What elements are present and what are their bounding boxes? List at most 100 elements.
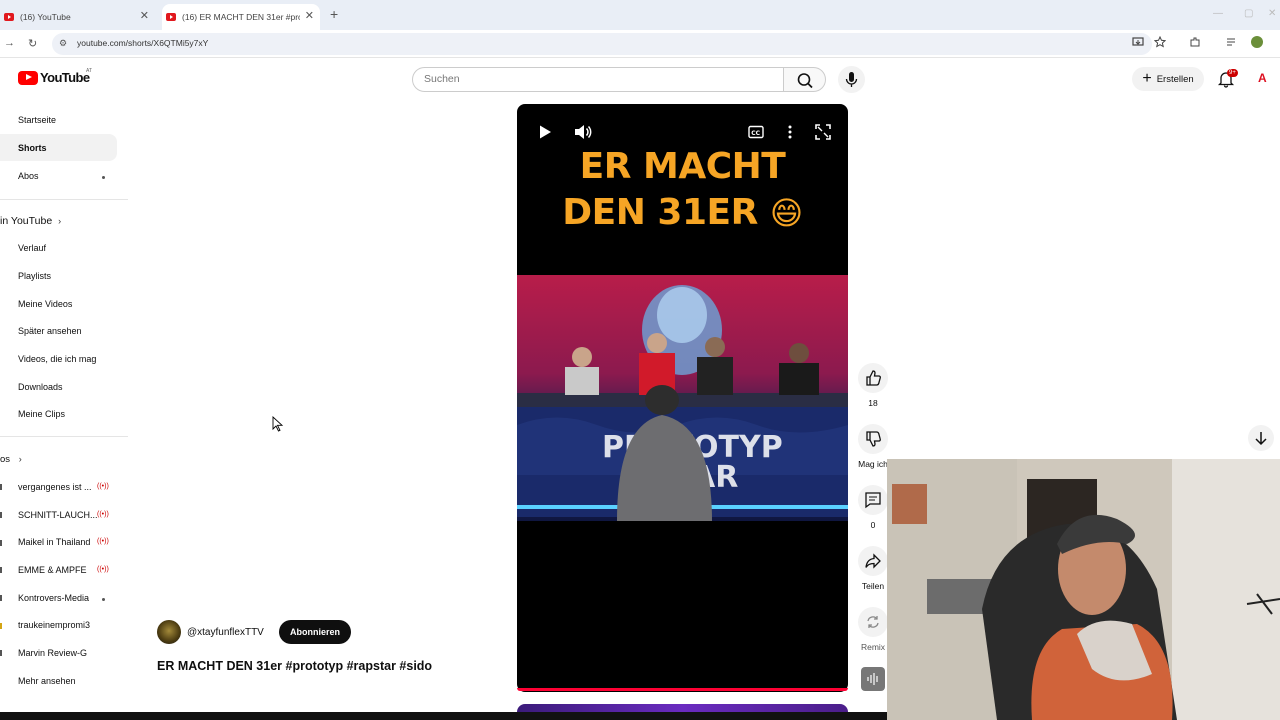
live-icon: ((•)) (97, 538, 109, 545)
notification-badge: 9+ (1227, 69, 1238, 77)
like-count: 18 (868, 398, 878, 408)
youtube-logo[interactable]: YouTube AT (18, 68, 92, 85)
sidebar-sub-item[interactable]: Maikel in Thailand (18, 537, 90, 547)
search-input[interactable] (412, 67, 784, 92)
sidebar-item-shorts[interactable]: Shorts (18, 143, 47, 153)
search-placeholder: Suchen (424, 73, 460, 85)
channel-name[interactable]: @xtayfunflexTTV (187, 627, 264, 638)
close-window-icon[interactable]: ✕ (1268, 8, 1276, 19)
sidebar-divider (0, 436, 128, 437)
sidebar-item-spaeter-ansehen[interactable]: Später ansehen (18, 326, 82, 336)
channel-avatar-icon (0, 512, 2, 518)
sidebar-item-startseite[interactable]: Startseite (18, 115, 56, 125)
media-control-icon[interactable] (1226, 36, 1238, 48)
forward-icon[interactable]: → (4, 37, 15, 49)
channel-avatar-icon (0, 650, 2, 656)
bookmark-star-icon[interactable] (1154, 36, 1166, 48)
sidebar-item-label: Später ansehen (18, 326, 82, 336)
browser-tab-youtube[interactable]: (16) YouTube ✕ (0, 4, 155, 30)
subscribe-button[interactable]: Abonnieren (279, 620, 351, 644)
live-icon: ((•)) (97, 511, 109, 518)
new-content-dot (102, 176, 105, 179)
headline-line-2: DEN 31ER (562, 192, 758, 233)
sidebar-item-label: Meine Videos (18, 299, 73, 309)
sidebar-section-subscriptions[interactable]: os › (0, 454, 22, 465)
maximize-icon[interactable]: ▢ (1244, 8, 1253, 19)
sound-button[interactable] (861, 667, 885, 691)
video-headline: ER MACHT DEN 31ER 😄 (517, 144, 848, 236)
arrow-down-icon (1255, 432, 1267, 446)
create-label: Erstellen (1156, 73, 1194, 85)
channel-avatar[interactable] (157, 620, 181, 644)
sidebar-sub-item[interactable]: EMME & AMPFE (18, 565, 87, 575)
reload-icon[interactable]: ↻ (28, 37, 37, 50)
minimize-icon[interactable]: — (1213, 8, 1223, 19)
voice-search-button[interactable] (838, 66, 865, 93)
close-tab-icon[interactable]: ✕ (140, 9, 149, 22)
sidebar-sub-item[interactable]: SCHNITT-LAUCH... (18, 510, 98, 520)
sidebar-item-meine-clips[interactable]: Meine Clips (18, 409, 65, 419)
share-arrow-icon (865, 553, 881, 569)
next-video-button[interactable] (1248, 425, 1274, 451)
sidebar-item-label: Downloads (18, 382, 63, 392)
sidebar-item-label: Abos (18, 171, 39, 181)
dislike-button[interactable] (858, 424, 888, 454)
volume-icon[interactable] (574, 124, 592, 140)
sidebar-show-more[interactable]: Mehr ansehen (18, 676, 76, 686)
create-button[interactable]: + Erstellen (1132, 67, 1204, 91)
search-button[interactable] (783, 67, 826, 92)
sidebar-section-you[interactable]: in YouTube › (0, 215, 61, 227)
channel-avatar-icon (0, 540, 2, 546)
install-app-icon[interactable] (1132, 36, 1144, 48)
extensions-icon[interactable] (1189, 36, 1201, 48)
video-title: ER MACHT DEN 31er #prototyp #rapstar #si… (157, 659, 433, 673)
sidebar-item-label: Marvin Review-G (18, 648, 88, 658)
remix-icon (867, 616, 879, 628)
search-icon (797, 73, 813, 89)
sidebar-item-playlists[interactable]: Playlists (18, 271, 51, 281)
sidebar-item-meine-videos[interactable]: Meine Videos (18, 299, 72, 309)
sidebar-sub-item[interactable]: vergangenes ist ... (18, 482, 92, 492)
sidebar-item-abos[interactable]: Abos (18, 171, 39, 181)
sidebar-item-verlauf[interactable]: Verlauf (18, 243, 46, 253)
url-text[interactable]: youtube.com/shorts/X6QTMi5y7xY (77, 38, 208, 48)
omnibox[interactable] (52, 33, 1152, 55)
channel-avatar-icon (0, 623, 2, 629)
share-button[interactable] (858, 546, 888, 576)
remix-button[interactable] (858, 607, 888, 637)
new-tab-button[interactable]: + (330, 6, 338, 22)
sidebar-divider (0, 199, 128, 200)
sidebar-item-label: Meine Clips (18, 409, 66, 419)
profile-avatar-icon[interactable] (1251, 36, 1263, 48)
sidebar-item-label: traukeinempromi3 (18, 620, 91, 630)
sidebar-item-label: Videos, die ich mag (18, 354, 97, 364)
site-info-icon[interactable]: ⚙ (59, 38, 67, 49)
video-progress-bar[interactable] (517, 688, 848, 691)
tab-label: (16) ER MACHT DEN 31er #prot (182, 12, 300, 22)
video-frame: PROTOTYP AR (517, 275, 848, 521)
comment-icon (865, 492, 881, 509)
section-heading: os (0, 454, 11, 465)
sidebar-item-liked-videos[interactable]: Videos, die ich mag (18, 354, 96, 364)
sidebar-item-downloads[interactable]: Downloads (18, 382, 63, 392)
browser-tab-short[interactable]: (16) ER MACHT DEN 31er #prot ✕ (162, 4, 320, 30)
fullscreen-icon[interactable] (815, 124, 831, 140)
comments-button[interactable] (858, 485, 888, 515)
sidebar-item-label: Maikel in Thailand (18, 537, 91, 547)
close-tab-icon[interactable]: ✕ (305, 9, 314, 22)
account-avatar[interactable]: A (1258, 71, 1267, 85)
shorts-video-player[interactable]: CC ER MACHT DEN 31ER 😄 PROTOTYP AR (517, 104, 848, 692)
like-button[interactable] (858, 363, 888, 393)
captions-icon[interactable]: CC (748, 124, 764, 140)
more-options-icon[interactable] (786, 124, 794, 140)
sidebar-sub-item[interactable]: Kontrovers-Media (18, 593, 89, 603)
play-icon[interactable] (537, 124, 553, 140)
sidebar-sub-item[interactable]: traukeinempromi3 (18, 620, 90, 630)
sidebar-item-label: EMME & AMPFE (18, 565, 87, 575)
live-icon: ((•)) (97, 483, 109, 490)
sidebar-sub-item[interactable]: Marvin Review-G (18, 648, 87, 658)
sidebar-item-label: Playlists (18, 271, 52, 281)
sidebar-item-label: Shorts (18, 143, 47, 153)
chevron-right-icon: › (18, 454, 22, 464)
sidebar-item-label: Verlauf (18, 243, 47, 253)
